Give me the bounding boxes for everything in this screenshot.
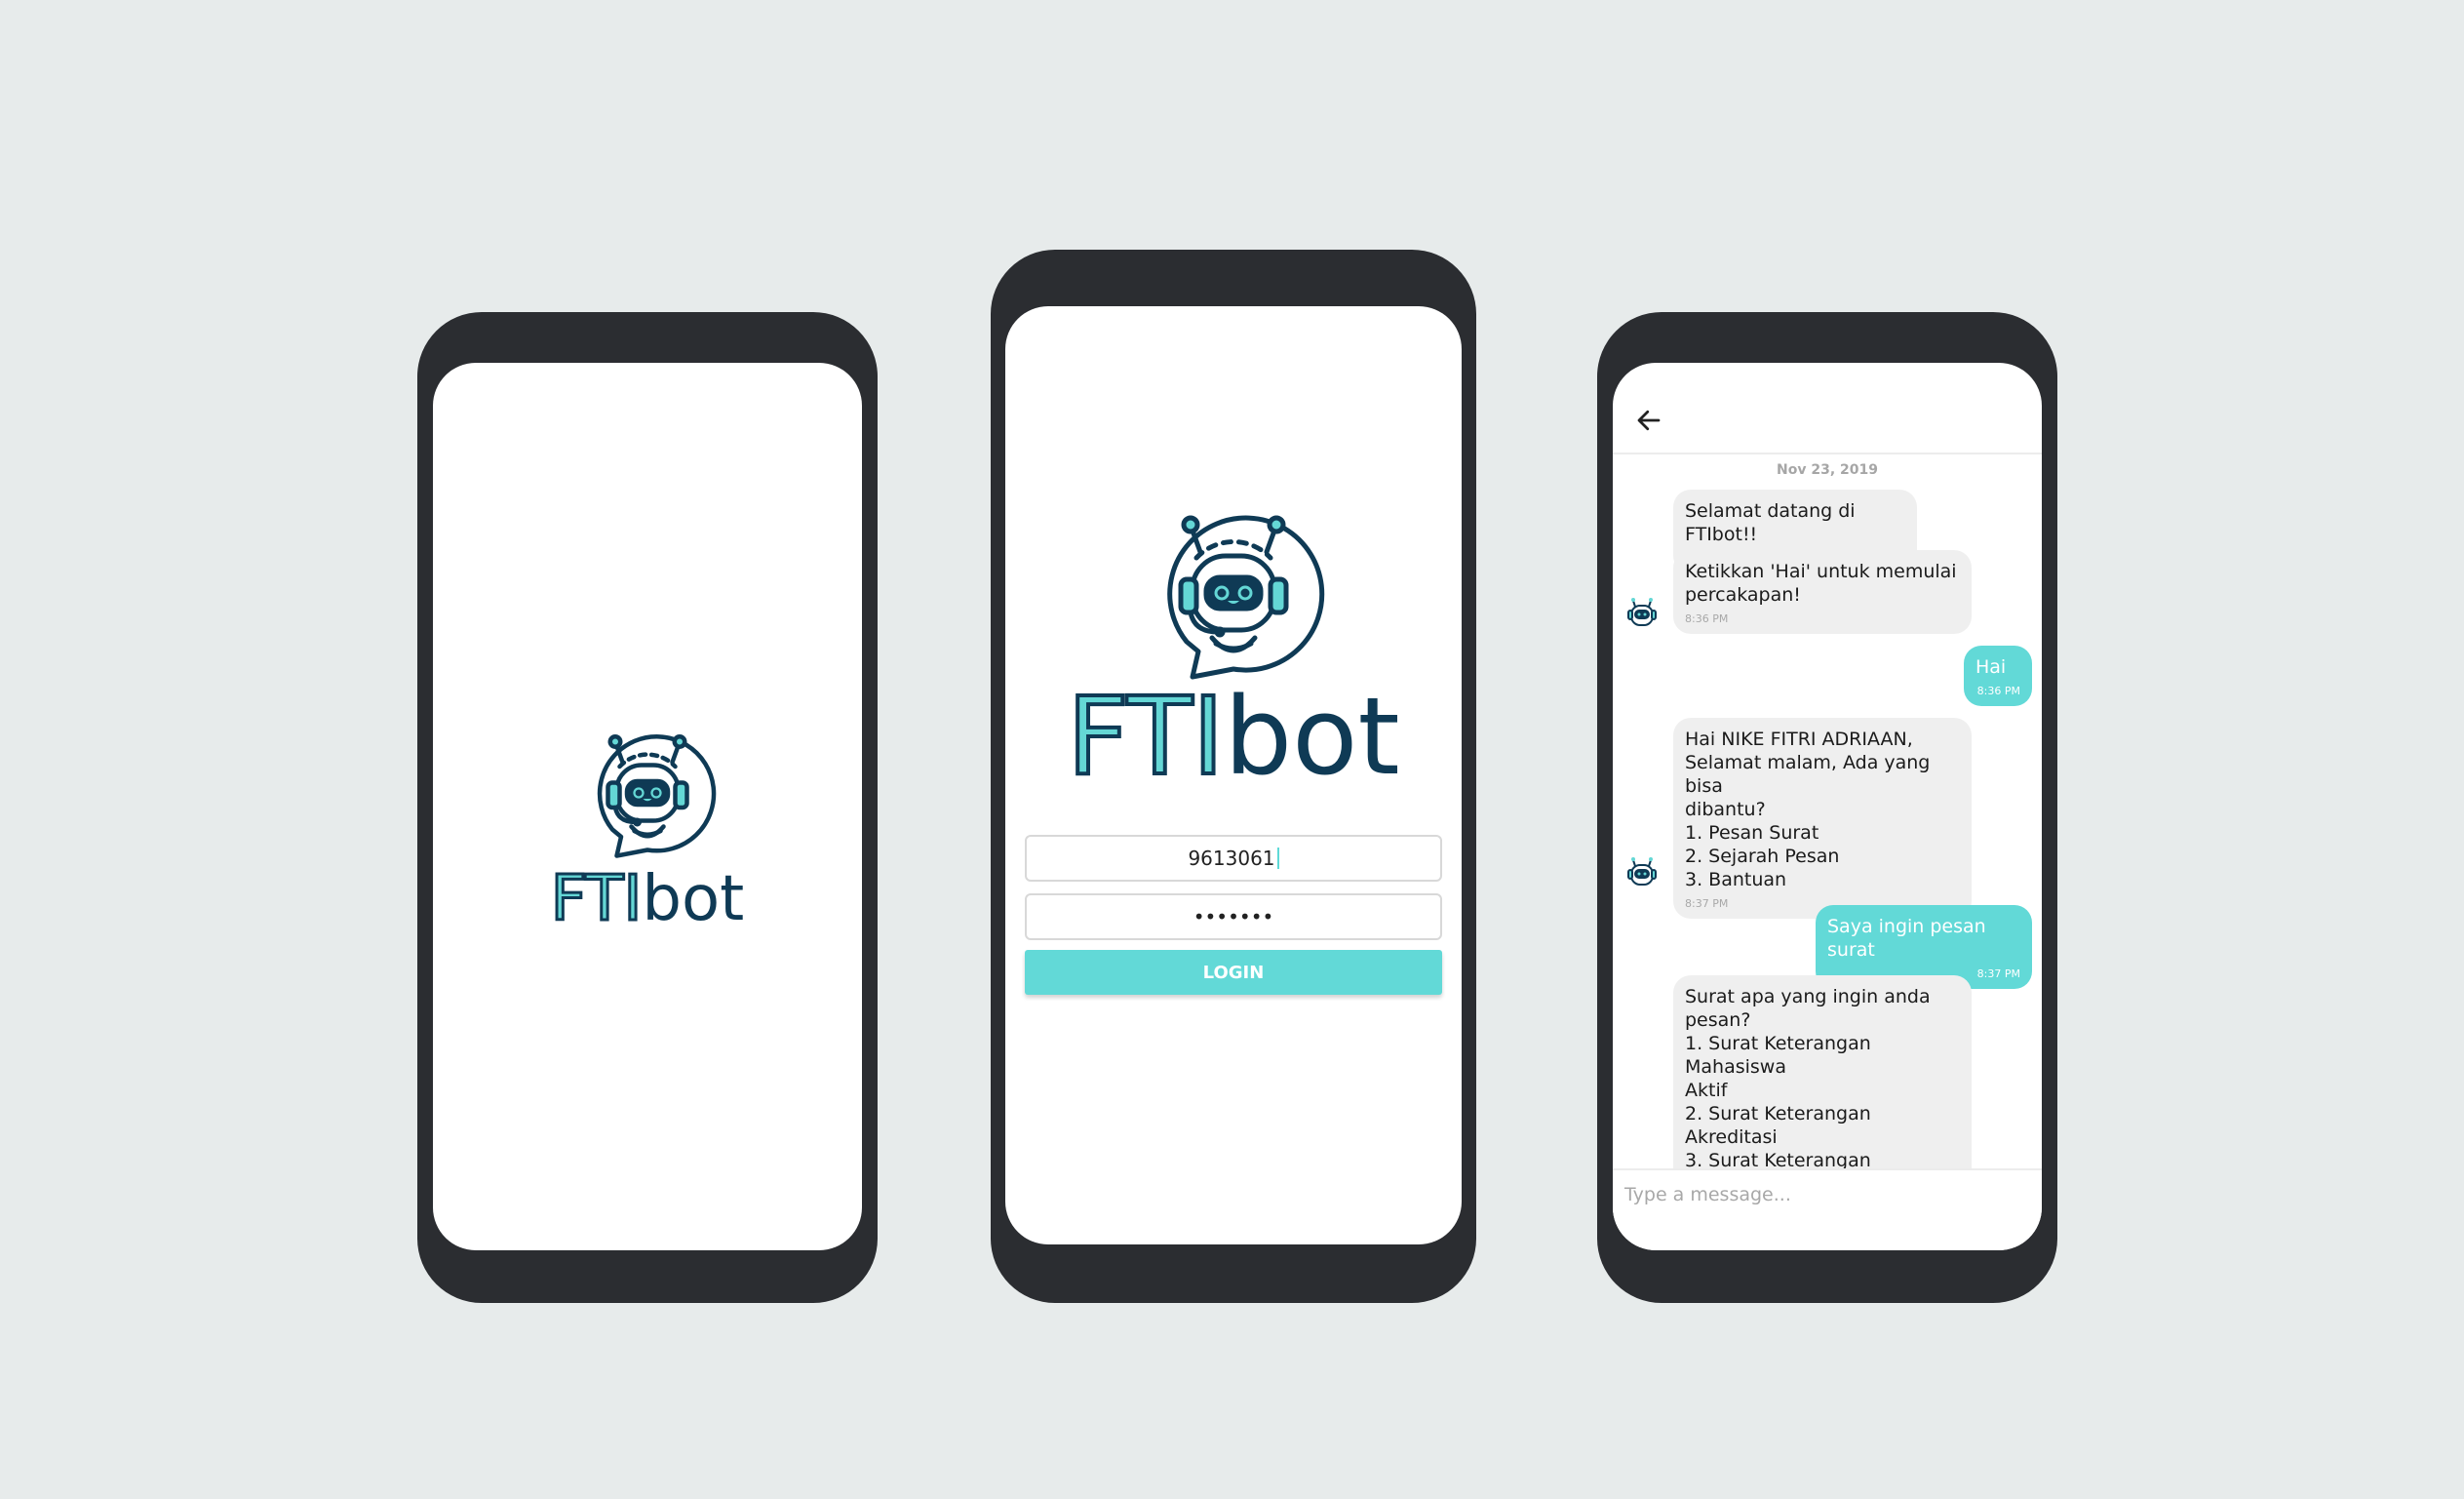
phone-login: FTIbot 9613061 ••••••• LOGIN (991, 250, 1476, 1303)
message-text: Ketikkan 'Hai' untuk memulai percakapan! (1685, 561, 1957, 606)
chat-screen: Nov 23, 2019 Selamat datang di FTIbot!! 8… (1613, 363, 2042, 1250)
arrow-left-icon[interactable] (1634, 406, 1663, 435)
bot-avatar-icon (1623, 595, 1662, 634)
message-time: 8:36 PM (1976, 685, 2020, 697)
message-text: Saya ingin pesan surat (1827, 916, 1986, 961)
password-value: ••••••• (1193, 905, 1274, 928)
robot-headset-icon (1167, 515, 1325, 680)
login-button-label: LOGIN (1202, 962, 1265, 983)
user-message-bubble: Hai 8:36 PM (1964, 646, 2032, 706)
splash-screen: FTIbot (433, 363, 862, 1250)
splash-logo: FTIbot (433, 720, 862, 932)
phone-chat: Nov 23, 2019 Selamat datang di FTIbot!! 8… (1597, 312, 2057, 1303)
text-caret (1276, 848, 1279, 869)
login-button[interactable]: LOGIN (1025, 950, 1442, 995)
login-wordmark: FTIbot (1065, 681, 1399, 792)
wordmark-suffix: bot (642, 863, 745, 935)
splash-wordmark: FTIbot (549, 867, 744, 932)
bot-avatar-icon (1623, 854, 1662, 893)
chat-header (1613, 363, 2042, 454)
message-text: Selamat datang di FTIbot!! (1685, 500, 1856, 545)
username-value: 9613061 (1188, 847, 1275, 870)
wordmark-prefix: FTI (1065, 674, 1226, 799)
login-screen: FTIbot 9613061 ••••••• LOGIN (1005, 306, 1462, 1244)
message-text: Hai (1975, 656, 2007, 678)
bot-message-bubble: Hai NIKE FITRI ADRIAAN, Selamat malam, A… (1673, 718, 1972, 919)
chat-date-label: Nov 23, 2019 (1777, 462, 1878, 478)
message-input[interactable]: Type a message... (1624, 1184, 1791, 1205)
message-text: Hai NIKE FITRI ADRIAAN, Selamat malam, A… (1685, 729, 1931, 890)
bot-message-bubble: Ketikkan 'Hai' untuk memulai percakapan!… (1673, 550, 1972, 634)
phone-splash: FTIbot (417, 312, 878, 1303)
robot-headset-icon (597, 734, 717, 858)
password-field[interactable]: ••••••• (1025, 893, 1442, 940)
wordmark-prefix: FTI (549, 863, 644, 935)
message-composer: Type a message... (1613, 1168, 2042, 1250)
login-logo: FTIbot (1005, 495, 1462, 792)
wordmark-suffix: bot (1224, 674, 1400, 799)
message-time: 8:36 PM (1685, 612, 1729, 625)
username-field[interactable]: 9613061 (1025, 835, 1442, 882)
